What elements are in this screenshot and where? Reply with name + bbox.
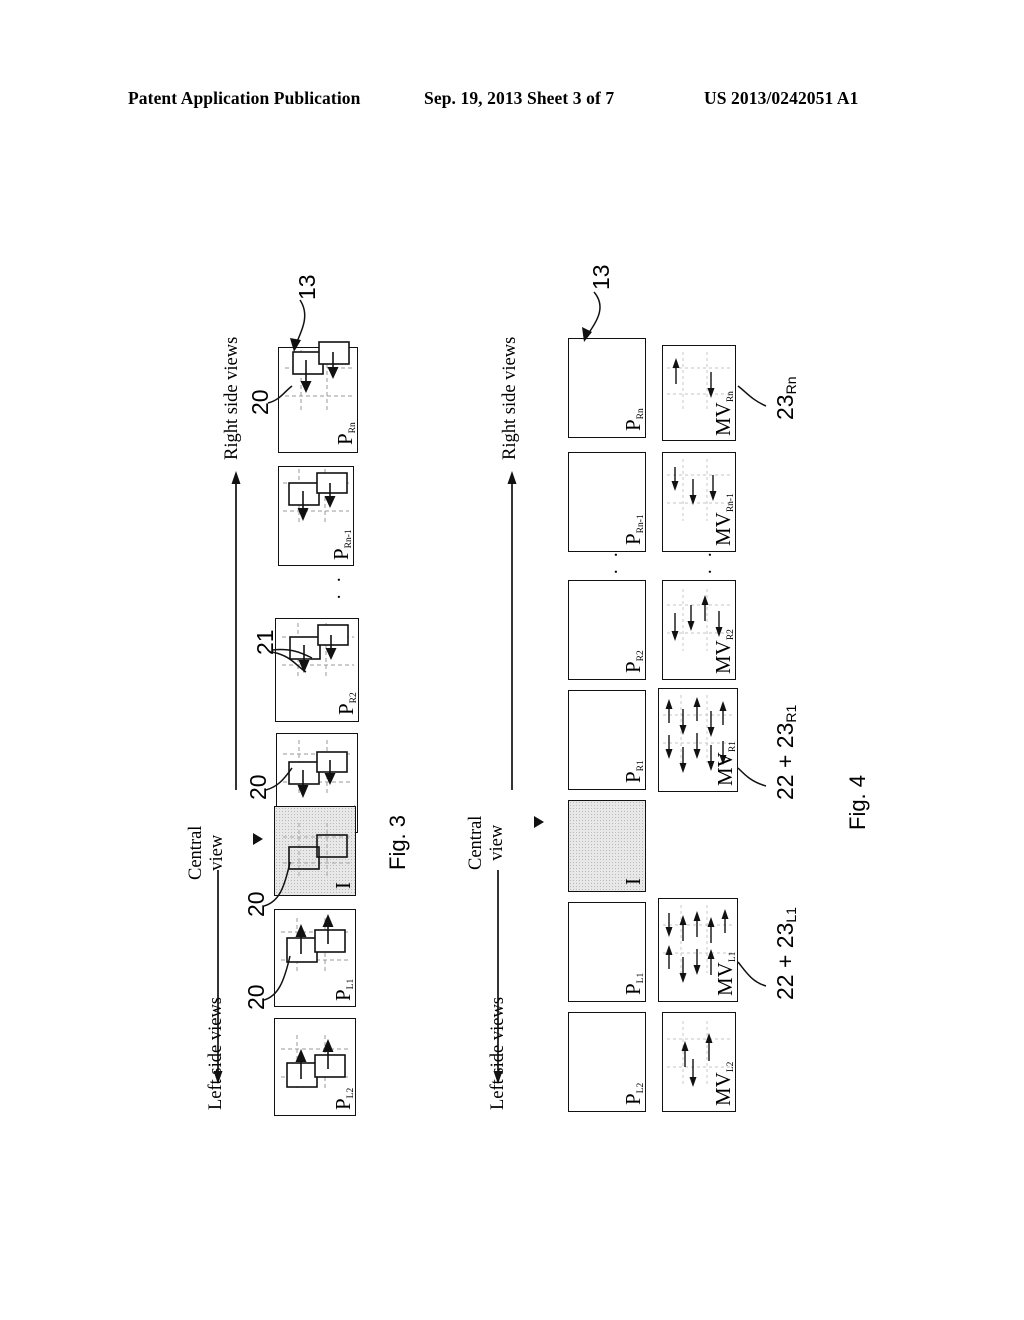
fig4-frame-p-r2: PR2: [568, 580, 646, 680]
fig4-frame-p-r2-label: PR2: [621, 650, 646, 673]
fig4-frame-mv-rn-1-label: MVRn-1: [711, 493, 736, 546]
figure-4: Right side views Central view Left side v…: [440, 0, 1024, 1320]
fig4-ref-22-23-r1: 22 + 23R1: [772, 704, 799, 800]
fig3-frame-p-l2-label: PL2: [331, 1087, 356, 1110]
fig4-frame-p-rn-1: PRn-1: [568, 452, 646, 552]
fig3-ref-20-rn: 20: [247, 389, 273, 415]
fig3-central-view-label: Central view: [186, 825, 228, 880]
fig4-frame-i: I: [568, 800, 646, 892]
fig4-ref-22-23-l1: 22 + 23L1: [772, 907, 799, 1000]
fig3-ref-13: 13: [294, 274, 320, 300]
fig4-left-side-views-label: Left side views: [488, 996, 508, 1110]
fig4-frame-p-r1: PR1: [568, 690, 646, 790]
fig4-frame-p-r1-label: PR1: [621, 760, 646, 783]
fig3-caption: Fig. 3: [385, 814, 410, 870]
fig4-frame-mv-rn: MVRn: [662, 345, 736, 441]
fig4-frame-p-rn: PRn: [568, 338, 646, 438]
figure-3: Right side views Central view Left side v…: [0, 0, 430, 1320]
fig4-frame-p-rn-label: PRn: [621, 408, 646, 431]
fig3-frame-p-l1: PL1: [274, 909, 356, 1007]
fig3-ref-21: 21: [252, 629, 278, 655]
fig3-axis-arrows: [213, 471, 263, 1084]
fig3-frame-p-rn: PRn: [278, 341, 358, 453]
fig4-frame-mv-r2-label: MVR2: [711, 629, 736, 674]
fig4-caption: Fig. 4: [845, 774, 870, 830]
fig4-ref-23-rn: 23Rn: [772, 376, 799, 421]
fig3-ref-20-i: 20: [243, 891, 269, 917]
fig4-frame-mv-r1-label: MVR1: [713, 741, 738, 786]
fig4-frame-mv-l1: MVL1: [658, 898, 738, 1002]
fig4-frame-p-l1: PL1: [568, 902, 646, 1002]
fig4-frame-mv-r2: MVR2: [662, 580, 736, 680]
fig3-frame-p-l1-label: PL1: [331, 978, 356, 1001]
fig4-frame-p-l2: PL2: [568, 1012, 646, 1112]
fig4-frame-mv-l2: MVL2: [662, 1012, 736, 1112]
fig4-central-view-label: Central view: [466, 815, 508, 870]
fig3-left-side-views-label: Left side views: [206, 996, 226, 1110]
fig3-frame-p-r2-label: PR2: [334, 692, 359, 715]
fig4-frame-p-rn-1-label: PRn-1: [621, 514, 646, 545]
fig4-frame-mv-r1: MVR1: [658, 688, 738, 792]
fig4-frame-mv-rn-label: MVRn: [711, 391, 736, 436]
fig3-frame-p-l2: PL2: [274, 1018, 356, 1116]
fig4-right-side-views-label: Right side views: [500, 336, 520, 460]
fig4-frame-mv-l2-label: MVL2: [711, 1061, 736, 1106]
fig4-frame-i-label: I: [621, 878, 645, 885]
fig4-frame-p-l1-label: PL1: [621, 972, 646, 995]
fig4-frame-p-l2-label: PL2: [621, 1082, 646, 1105]
fig4-ref-13: 13: [588, 264, 614, 290]
fig3-frame-i-label: I: [331, 882, 355, 889]
fig3-frame-p-rn-label: PRn: [333, 422, 358, 445]
fig3-frame-p-rn-1: PRn-1: [278, 466, 354, 566]
fig3-leader-lines: [263, 299, 313, 1001]
fig3-frame-i: I: [274, 806, 356, 896]
fig3-right-side-views-label: Right side views: [222, 336, 242, 460]
fig3-frame-p-rn-1-label: PRn-1: [329, 529, 354, 560]
fig4-frame-mv-rn-1: MVRn-1: [662, 452, 736, 552]
fig3-frame-p-r2: PR2: [275, 618, 359, 722]
fig4-frame-mv-l1-label: MVL1: [713, 951, 738, 996]
fig3-ref-20-r1: 20: [245, 774, 271, 800]
fig3-ref-20-l1: 20: [243, 984, 269, 1010]
